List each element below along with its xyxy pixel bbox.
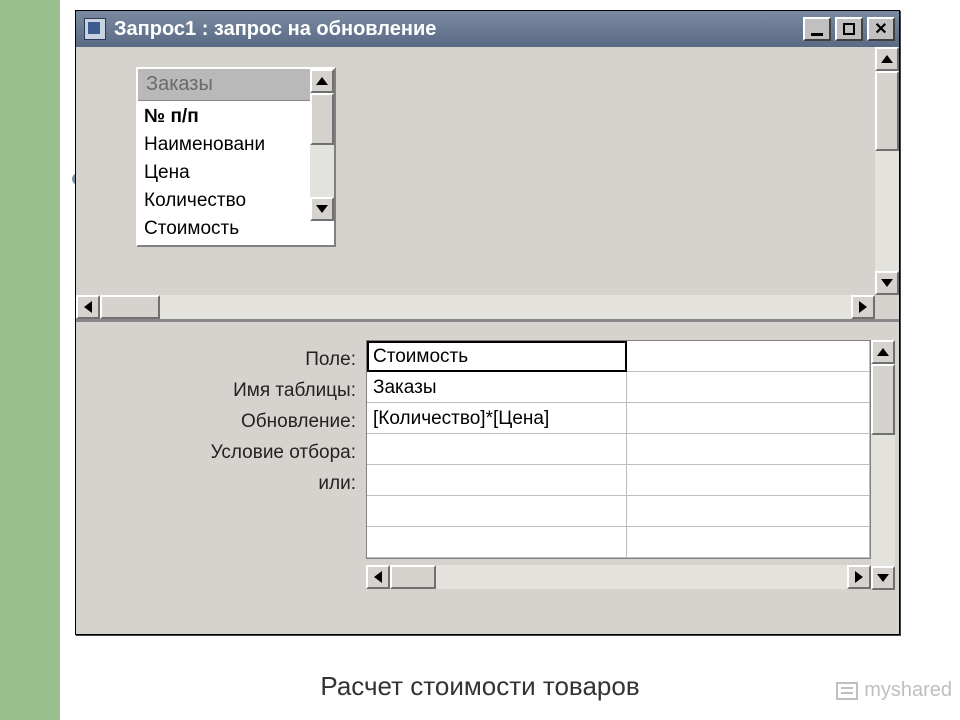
watermark: myshared	[836, 679, 952, 702]
slide-background-stripe	[0, 0, 60, 720]
grid-row-extra	[367, 496, 870, 527]
app-icon	[84, 18, 106, 40]
cell-empty[interactable]	[627, 372, 870, 403]
grid-vertical-scrollbar[interactable]	[871, 340, 895, 590]
scroll-down-icon[interactable]	[871, 566, 895, 590]
scroll-down-icon[interactable]	[310, 197, 334, 221]
grid-row-or	[367, 465, 870, 496]
label-criteria: Условие отбора:	[76, 437, 356, 468]
design-grid-pane: Поле: Имя таблицы: Обновление: Условие о…	[76, 322, 899, 634]
field-item[interactable]: Наименовани	[144, 131, 328, 159]
cell-table[interactable]: Заказы	[367, 372, 627, 403]
cell-empty[interactable]	[627, 434, 870, 465]
scroll-corner	[875, 295, 899, 319]
cell-or[interactable]	[367, 465, 627, 496]
watermark-icon	[836, 682, 858, 700]
tables-pane[interactable]: Заказы № п/п Наименовани Цена Количество…	[76, 47, 899, 322]
table-source-title: Заказы	[138, 69, 334, 101]
label-table: Имя таблицы:	[76, 375, 356, 406]
cell-empty[interactable]	[627, 527, 870, 558]
field-item[interactable]: Цена	[144, 159, 328, 187]
cell-empty[interactable]	[627, 496, 870, 527]
scroll-thumb[interactable]	[310, 93, 334, 145]
scroll-left-icon[interactable]	[76, 295, 100, 319]
scroll-up-icon[interactable]	[875, 47, 899, 71]
cell-empty[interactable]	[627, 465, 870, 496]
grid-row-field: Стоимость	[367, 341, 870, 372]
minimize-button[interactable]	[803, 17, 831, 41]
field-item-pk[interactable]: № п/п	[144, 103, 328, 131]
scroll-down-icon[interactable]	[875, 271, 899, 295]
label-field: Поле:	[76, 344, 356, 375]
close-button[interactable]: ✕	[867, 17, 895, 41]
upper-horizontal-scrollbar[interactable]	[76, 295, 875, 319]
cell-empty[interactable]	[367, 496, 627, 527]
design-grid[interactable]: Стоимость Заказы [Количество]*[Цена]	[366, 340, 871, 559]
field-item[interactable]: Стоимость	[144, 215, 328, 243]
table-source-box[interactable]: Заказы № п/п Наименовани Цена Количество…	[136, 67, 336, 247]
grid-row-table: Заказы	[367, 372, 870, 403]
maximize-button[interactable]	[835, 17, 863, 41]
label-update: Обновление:	[76, 406, 356, 437]
titlebar[interactable]: Запрос1 : запрос на обновление ✕	[76, 11, 899, 47]
scroll-thumb[interactable]	[390, 565, 436, 589]
field-list-scrollbar[interactable]	[310, 69, 334, 221]
grid-row-extra	[367, 527, 870, 558]
query-design-window: Запрос1 : запрос на обновление ✕ Заказы …	[75, 10, 900, 635]
grid-horizontal-scrollbar[interactable]	[366, 565, 871, 589]
grid-row-update: [Количество]*[Цена]	[367, 403, 870, 434]
label-or: или:	[76, 468, 356, 499]
grid-row-criteria	[367, 434, 870, 465]
scroll-left-icon[interactable]	[366, 565, 390, 589]
cell-update[interactable]: [Количество]*[Цена]	[367, 403, 627, 434]
scroll-thumb[interactable]	[100, 295, 160, 319]
design-grid-wrap: Стоимость Заказы [Количество]*[Цена]	[366, 340, 871, 634]
cell-field[interactable]: Стоимость	[367, 341, 627, 372]
slide-caption: Расчет стоимости товаров	[0, 671, 960, 702]
scroll-thumb[interactable]	[871, 364, 895, 435]
field-item[interactable]: Количество	[144, 187, 328, 215]
cell-empty[interactable]	[627, 403, 870, 434]
upper-vertical-scrollbar[interactable]	[875, 47, 899, 295]
scroll-up-icon[interactable]	[310, 69, 334, 93]
watermark-text: myshared	[864, 679, 952, 702]
cell-empty[interactable]	[367, 527, 627, 558]
field-list: № п/п Наименовани Цена Количество Стоимо…	[138, 101, 334, 245]
scroll-right-icon[interactable]	[851, 295, 875, 319]
cell-empty[interactable]	[627, 341, 870, 372]
scroll-thumb[interactable]	[875, 71, 899, 151]
window-title: Запрос1 : запрос на обновление	[114, 18, 803, 41]
grid-row-labels: Поле: Имя таблицы: Обновление: Условие о…	[76, 340, 366, 634]
cell-criteria[interactable]	[367, 434, 627, 465]
scroll-right-icon[interactable]	[847, 565, 871, 589]
scroll-up-icon[interactable]	[871, 340, 895, 364]
